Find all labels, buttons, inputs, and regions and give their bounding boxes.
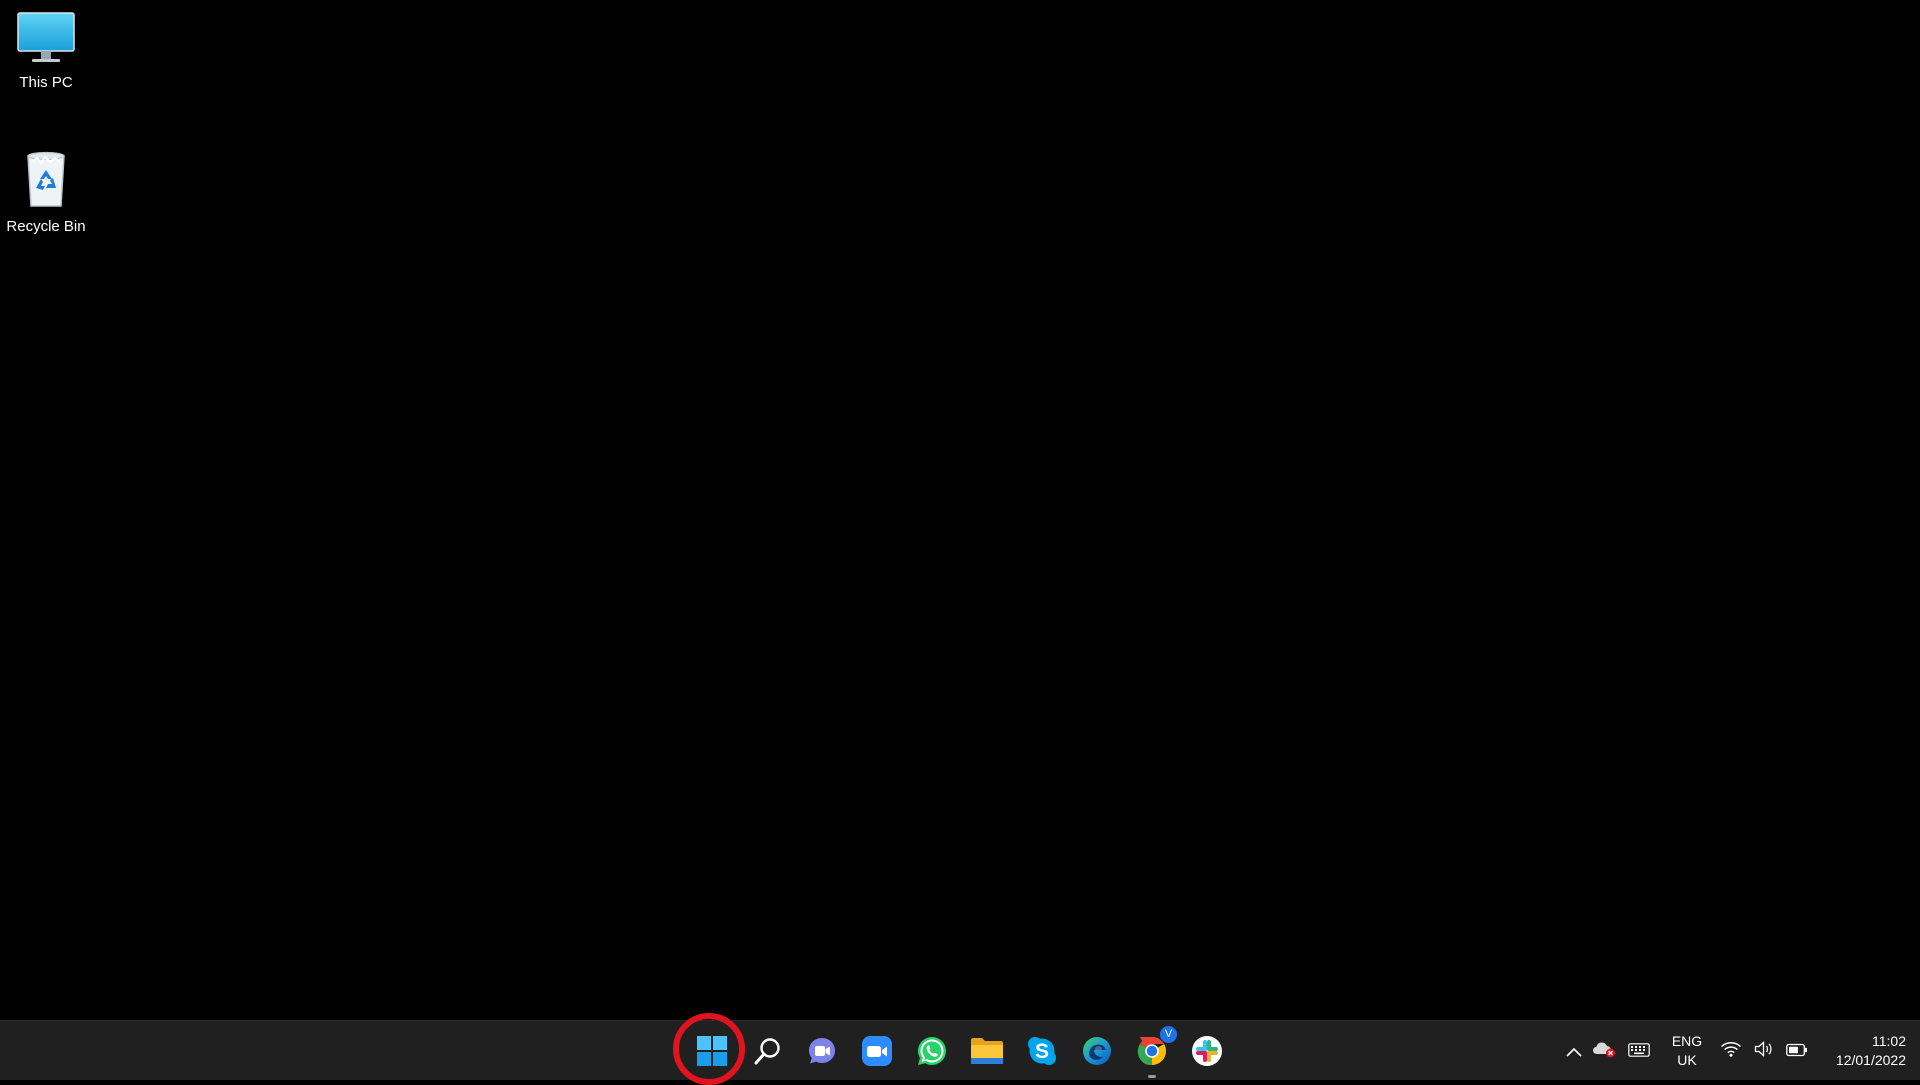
edge-button[interactable] <box>1075 1029 1119 1073</box>
language-code: ENG <box>1671 1033 1703 1049</box>
slack-button[interactable] <box>1185 1029 1229 1073</box>
this-pc-icon <box>15 10 77 70</box>
battery-icon <box>1786 1042 1808 1061</box>
search-icon <box>753 1036 783 1066</box>
chrome-profile-badge: V <box>1159 1025 1178 1044</box>
clock-date: 12/01/2022 <box>1835 1052 1906 1068</box>
teams-chat-icon <box>806 1035 838 1067</box>
wifi-icon <box>1720 1041 1742 1061</box>
desktop: This PC Recycle Bin <box>0 0 1920 1020</box>
clock-time: 11:02 <box>1872 1033 1906 1049</box>
clock[interactable]: 11:02 12/01/2022 <box>1814 1031 1906 1071</box>
language-region: UK <box>1677 1052 1697 1068</box>
chevron-up-icon <box>1566 1042 1582 1061</box>
whatsapp-button[interactable] <box>910 1029 954 1073</box>
recycle-bin-icon <box>15 148 77 214</box>
desktop-icon-recycle-bin[interactable]: Recycle Bin <box>0 148 92 235</box>
volume-icon <box>1754 1041 1774 1061</box>
chrome-button[interactable]: V <box>1130 1025 1178 1078</box>
onedrive-tray-button[interactable] <box>1590 1021 1618 1081</box>
chrome-icon: V <box>1136 1025 1178 1067</box>
taskbar: S V ENG UK 11:02 12/01/2022 <box>0 1020 1920 1080</box>
start-button[interactable] <box>690 1029 734 1073</box>
skype-icon: S <box>1026 1035 1058 1067</box>
keyboard-icon <box>1628 1042 1650 1061</box>
skype-button[interactable]: S <box>1020 1029 1064 1073</box>
file-explorer-button[interactable] <box>965 1029 1009 1073</box>
quick-settings-button[interactable] <box>1720 1021 1808 1081</box>
zoom-icon <box>861 1035 893 1067</box>
teams-chat-button[interactable] <box>800 1029 844 1073</box>
onedrive-error-icon <box>1592 1040 1616 1062</box>
input-language-indicator[interactable]: ENG UK <box>1664 1031 1710 1071</box>
edge-icon <box>1081 1035 1113 1067</box>
touch-keyboard-button[interactable] <box>1624 1021 1654 1081</box>
windows-start-icon <box>696 1035 728 1067</box>
search-button[interactable] <box>746 1029 790 1073</box>
file-explorer-icon <box>970 1036 1004 1066</box>
slack-icon <box>1191 1035 1223 1067</box>
desktop-icon-this-pc[interactable]: This PC <box>0 10 92 91</box>
whatsapp-icon <box>916 1035 948 1067</box>
desktop-icon-label: This PC <box>19 74 73 91</box>
desktop-icon-label: Recycle Bin <box>6 218 86 235</box>
show-hidden-icons-button[interactable] <box>1562 1021 1586 1081</box>
running-indicator <box>1148 1075 1156 1078</box>
svg-text:S: S <box>1035 1040 1049 1063</box>
zoom-button[interactable] <box>855 1029 899 1073</box>
